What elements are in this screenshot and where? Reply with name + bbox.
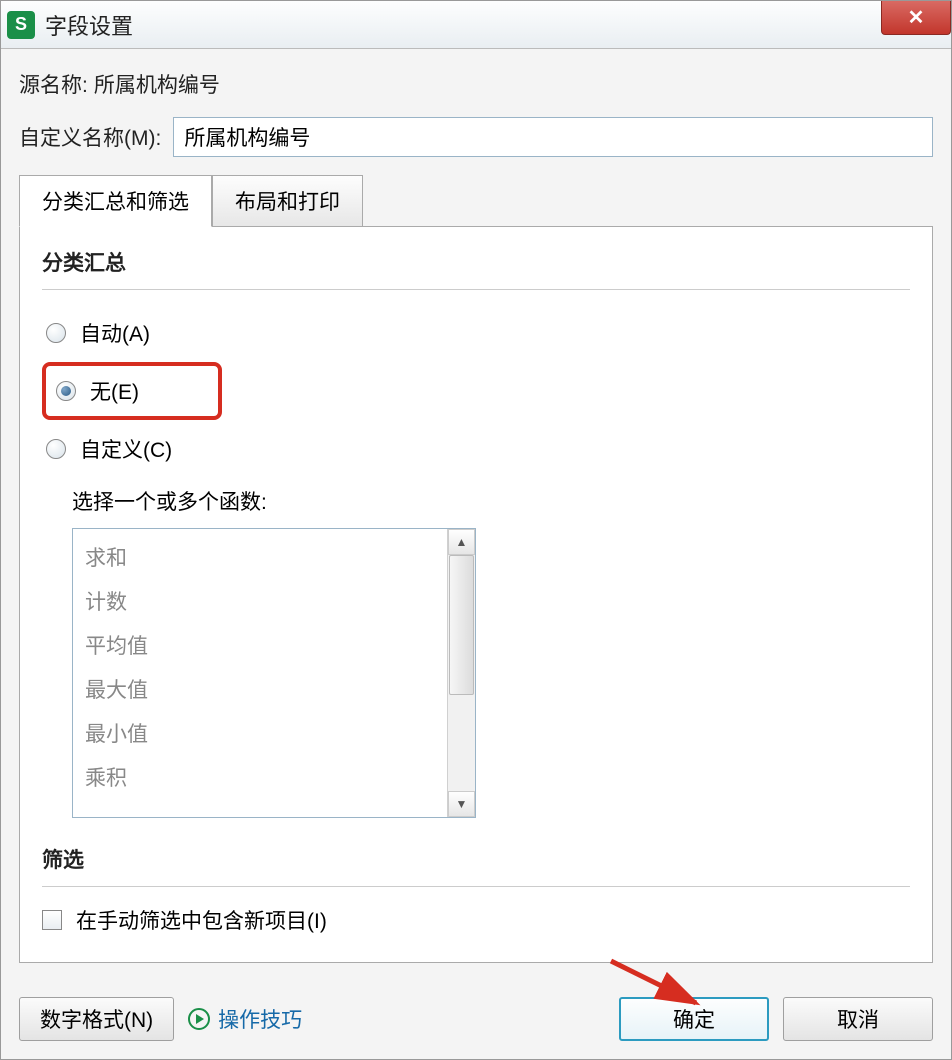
button-label: 数字格式(N) <box>40 1009 153 1032</box>
radio-custom[interactable]: 自定义(C) <box>42 424 910 474</box>
list-item[interactable]: 计数 <box>85 581 463 625</box>
button-label: 取消 <box>837 1009 879 1032</box>
list-item[interactable]: 最大值 <box>85 669 463 713</box>
radio-icon <box>46 439 66 459</box>
button-label: 确定 <box>673 1009 715 1032</box>
checkbox-label: 在手动筛选中包含新项目(I) <box>76 905 327 935</box>
filter-section-title: 筛选 <box>42 844 910 874</box>
play-icon <box>188 1008 210 1030</box>
listbox-inner: 求和 计数 平均值 最大值 最小值 乘积 <box>73 529 475 809</box>
field-settings-dialog: S 字段设置 ✕ 源名称: 所属机构编号 自定义名称(M): 分类汇总和筛选 布… <box>0 0 952 1060</box>
function-select-label: 选择一个或多个函数: <box>72 486 910 516</box>
list-item[interactable]: 最小值 <box>85 713 463 757</box>
list-item[interactable]: 求和 <box>85 537 463 581</box>
scroll-down-arrow-icon[interactable]: ▼ <box>448 791 475 817</box>
radio-label: 无(E) <box>90 376 139 406</box>
custom-name-label: 自定义名称(M): <box>19 122 161 152</box>
dialog-content: 源名称: 所属机构编号 自定义名称(M): 分类汇总和筛选 布局和打印 分类汇总… <box>1 49 951 983</box>
ok-button[interactable]: 确定 <box>619 997 769 1041</box>
checkbox-icon <box>42 910 62 930</box>
radio-icon <box>56 381 76 401</box>
source-name-row: 源名称: 所属机构编号 <box>19 69 933 99</box>
scroll-thumb[interactable] <box>449 555 474 695</box>
close-icon: ✕ <box>908 5 925 30</box>
app-icon: S <box>7 11 35 39</box>
radio-auto[interactable]: 自动(A) <box>42 308 910 358</box>
tab-layout-print[interactable]: 布局和打印 <box>212 175 363 226</box>
subtotal-radio-group: 自动(A) 无(E) 自定义(C) <box>42 308 910 474</box>
titlebar: S 字段设置 ✕ <box>1 1 951 49</box>
scroll-track[interactable] <box>448 695 475 791</box>
scroll-up-arrow-icon[interactable]: ▲ <box>448 529 475 555</box>
tabstrip: 分类汇总和筛选 布局和打印 <box>19 175 933 227</box>
cancel-button[interactable]: 取消 <box>783 997 933 1041</box>
close-button[interactable]: ✕ <box>881 1 951 35</box>
custom-name-row: 自定义名称(M): <box>19 117 933 157</box>
tab-summary-filter[interactable]: 分类汇总和筛选 <box>19 175 212 227</box>
radio-none[interactable]: 无(E) <box>42 362 222 420</box>
tips-label: 操作技巧 <box>218 1004 302 1034</box>
tab-label: 布局和打印 <box>235 191 340 214</box>
tab-label: 分类汇总和筛选 <box>42 191 189 214</box>
subtotal-section-title: 分类汇总 <box>42 247 910 277</box>
divider <box>42 886 910 887</box>
list-item[interactable]: 乘积 <box>85 757 463 801</box>
divider <box>42 289 910 290</box>
custom-name-input[interactable] <box>173 117 933 157</box>
radio-icon <box>46 323 66 343</box>
radio-label: 自定义(C) <box>80 434 172 464</box>
scrollbar[interactable]: ▲ ▼ <box>447 529 475 817</box>
include-new-items-checkbox[interactable]: 在手动筛选中包含新项目(I) <box>42 905 910 935</box>
list-item[interactable]: 平均值 <box>85 625 463 669</box>
radio-label: 自动(A) <box>80 318 150 348</box>
dialog-title: 字段设置 <box>45 9 133 41</box>
function-listbox[interactable]: 求和 计数 平均值 最大值 最小值 乘积 ▲ ▼ <box>72 528 476 818</box>
source-name-value: 所属机构编号 <box>94 69 220 99</box>
dialog-footer: 数字格式(N) 操作技巧 确定 取消 <box>1 983 951 1059</box>
source-name-label: 源名称: <box>19 69 88 99</box>
tips-link[interactable]: 操作技巧 <box>188 1004 302 1034</box>
number-format-button[interactable]: 数字格式(N) <box>19 997 174 1041</box>
tab-panel: 分类汇总 自动(A) 无(E) 自定义(C) 选择一个或多个函数: <box>19 227 933 963</box>
